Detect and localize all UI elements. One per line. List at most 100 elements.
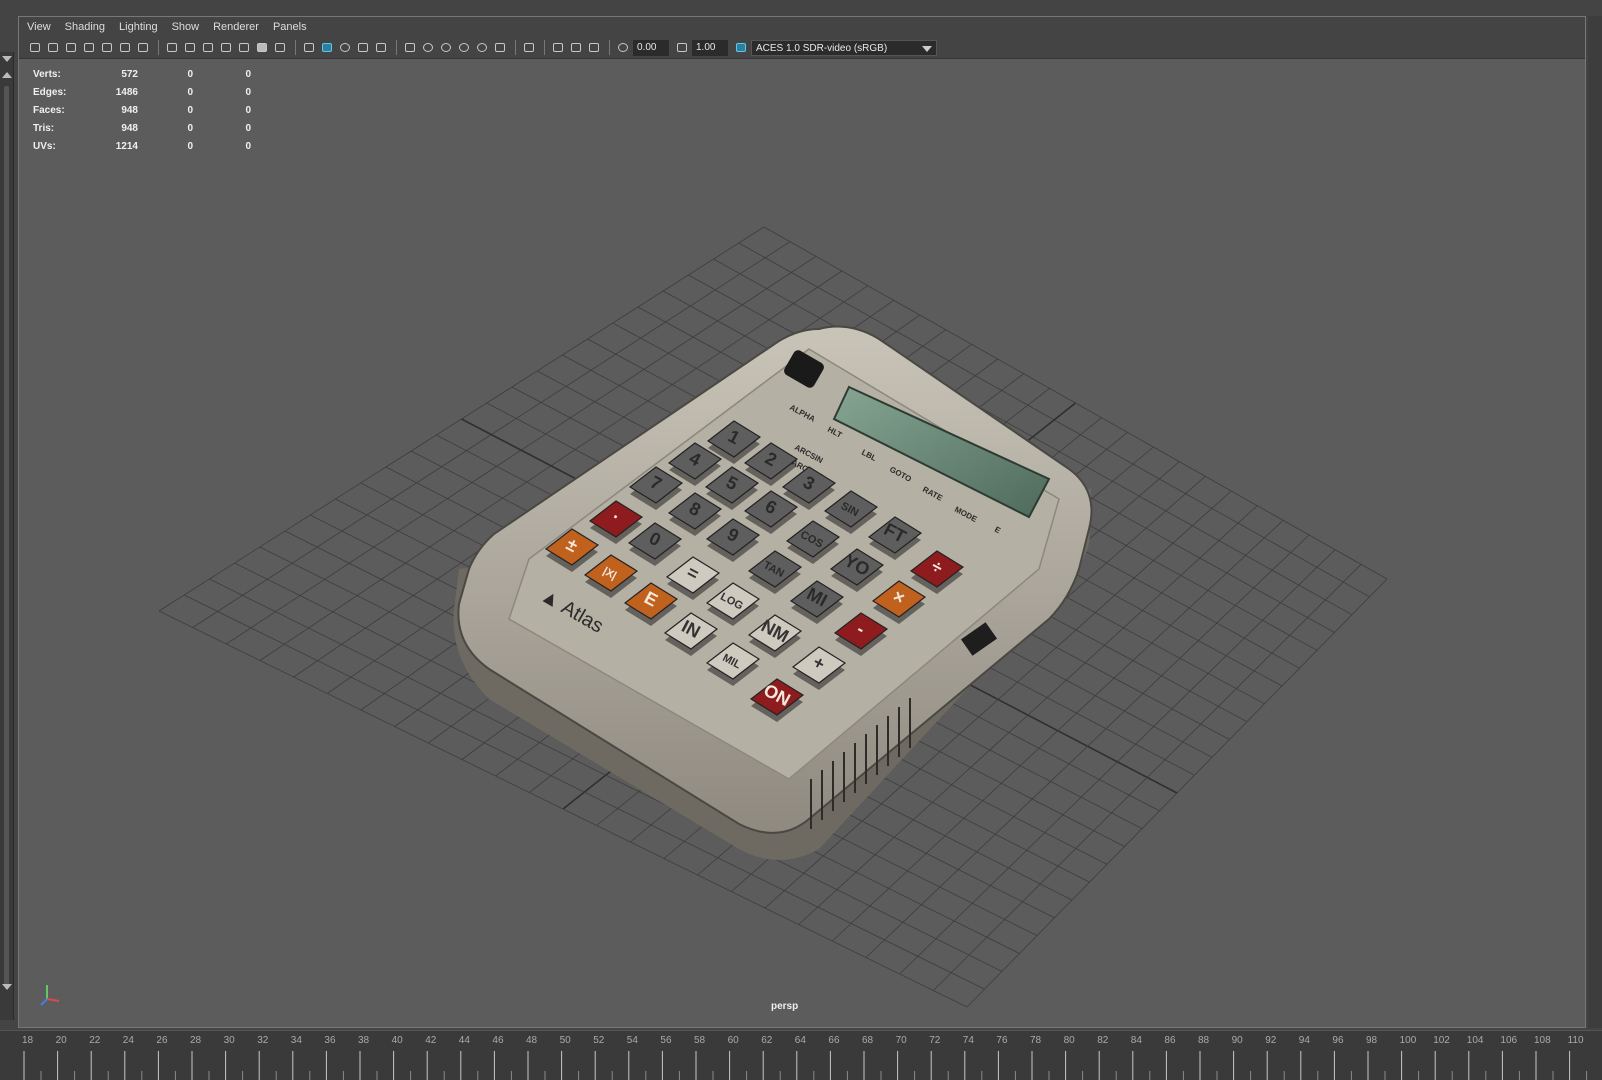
menu-shading[interactable]: Shading <box>65 21 105 33</box>
toolbar-separator <box>515 40 516 55</box>
3d-viewport[interactable]: ALPHAHLTARCSINARCCOSLBLGOTORATEMODEE▲ At… <box>19 59 1585 1027</box>
gamma-icon[interactable] <box>674 41 689 55</box>
timeline-tick-label: 32 <box>257 1035 269 1046</box>
timeline-tick-label: 72 <box>929 1035 941 1046</box>
timeline-tick-label: 28 <box>190 1035 202 1046</box>
timeline-tick-label: 94 <box>1299 1035 1311 1046</box>
timeline-tick-label: 82 <box>1097 1035 1109 1046</box>
camera-name-label: persp <box>771 1001 799 1012</box>
timeline-tick-label: 98 <box>1366 1035 1378 1046</box>
timeline-tick-label: 42 <box>425 1035 437 1046</box>
timeline-tick-label: 62 <box>761 1035 773 1046</box>
screen-space-ao-icon[interactable] <box>438 41 453 55</box>
hud-value-total: 1214 <box>115 140 138 152</box>
timeline-tick-label: 26 <box>156 1035 168 1046</box>
xray-icon[interactable] <box>373 41 388 55</box>
gamma-field[interactable]: 1.00 <box>692 39 728 56</box>
timeline-tick-label: 76 <box>996 1035 1008 1046</box>
color-space-dropdown[interactable]: ACES 1.0 SDR-video (sRGB) <box>751 39 937 56</box>
hud-row-uvs: UVs: 1214 0 0 <box>33 137 251 155</box>
hud-value-selected: 0 <box>187 86 193 98</box>
timeline-tick-label: 102 <box>1433 1035 1450 1046</box>
xray-active-icon[interactable] <box>568 41 583 55</box>
camera-attributes-icon[interactable] <box>45 41 60 55</box>
hud-value-highlighted: 0 <box>245 140 251 152</box>
chevron-down-icon[interactable] <box>922 45 932 52</box>
toolbar-separator <box>158 40 159 55</box>
use-all-lights-icon[interactable] <box>402 41 417 55</box>
multisample-aa-icon[interactable] <box>474 41 489 55</box>
wireframe-icon[interactable] <box>301 41 316 55</box>
timeline-tick-label: 84 <box>1131 1035 1143 1046</box>
timeline-tick-label: 66 <box>828 1035 840 1046</box>
menu-show[interactable]: Show <box>172 21 200 33</box>
timeline-tick-label: 78 <box>1030 1035 1042 1046</box>
scroll-down-bottom-icon[interactable] <box>2 984 12 990</box>
timeline-tick-label: 50 <box>560 1035 572 1046</box>
timeline-tick-label: 96 <box>1332 1035 1344 1046</box>
model-panel: View Shading Lighting Show Renderer Panels 0.… <box>18 16 1586 1028</box>
depth-of-field-icon[interactable] <box>492 41 507 55</box>
hud-value-selected: 0 <box>187 140 193 152</box>
exposure-icon[interactable] <box>615 41 630 55</box>
panel-toolbar: 0.00 1.00 ACES 1.0 SDR-video (sRGB) <box>19 37 1585 59</box>
grid-icon[interactable] <box>164 41 179 55</box>
timeline-tick-label: 108 <box>1534 1035 1551 1046</box>
camera-icon[interactable] <box>27 41 42 55</box>
xray-joints-icon[interactable] <box>550 41 565 55</box>
hud-value-highlighted: 0 <box>245 104 251 116</box>
color-management-icon[interactable] <box>733 41 748 55</box>
exposure-field[interactable]: 0.00 <box>633 39 669 56</box>
gate-mask-icon[interactable] <box>218 41 233 55</box>
hud-value-highlighted: 0 <box>245 122 251 134</box>
left-scroll-strip[interactable] <box>0 52 14 1020</box>
timeline-tick-label: 30 <box>224 1035 236 1046</box>
safe-title-icon[interactable] <box>272 41 287 55</box>
safe-action-icon[interactable] <box>254 41 269 55</box>
grid-line <box>966 578 1388 1008</box>
hud-label: UVs: <box>33 140 56 152</box>
wireframe-on-shaded-icon[interactable] <box>355 41 370 55</box>
toolbar-separator <box>396 40 397 55</box>
timeline-tick-label: 68 <box>862 1035 874 1046</box>
hud-value-selected: 0 <box>187 122 193 134</box>
scrollbar-track[interactable] <box>4 86 9 986</box>
timeline-tick-label: 48 <box>526 1035 538 1046</box>
menu-renderer[interactable]: Renderer <box>213 21 259 33</box>
resolution-gate-icon[interactable] <box>200 41 215 55</box>
timeline-tick-label: 44 <box>459 1035 471 1046</box>
time-slider[interactable]: 18 20 22 24 26 28 30 32 34 36 38 40 42 44 46 48 50 52 54 56… <box>0 1030 1602 1080</box>
timeline-tick-label: 100 <box>1400 1035 1417 1046</box>
timeline-tick-label: 110 <box>1568 1035 1584 1046</box>
menu-lighting[interactable]: Lighting <box>119 21 158 33</box>
toolbar-separator <box>295 40 296 55</box>
timeline-tick-label: 24 <box>123 1035 135 1046</box>
default-material-icon[interactable] <box>337 41 352 55</box>
timeline-tick-label: 58 <box>694 1035 706 1046</box>
bookmark-icon[interactable] <box>81 41 96 55</box>
time-slider-ticks[interactable]: 18 20 22 24 26 28 30 32 34 36 38 40 42 44 46 48 50 52 54 56… <box>0 1031 1602 1080</box>
field-chart-icon[interactable] <box>236 41 251 55</box>
grease-pencil-icon[interactable] <box>135 41 150 55</box>
hud-row-verts: Verts: 572 0 0 <box>33 65 251 83</box>
2d-pan-icon[interactable] <box>117 41 132 55</box>
backface-culling-icon[interactable] <box>586 41 601 55</box>
isolate-select-icon[interactable] <box>521 41 536 55</box>
timeline-tick-label: 86 <box>1164 1035 1176 1046</box>
hud-row-faces: Faces: 948 0 0 <box>33 101 251 119</box>
shadows-icon[interactable] <box>420 41 435 55</box>
smooth-shade-icon[interactable] <box>319 41 334 55</box>
menu-panels[interactable]: Panels <box>273 21 307 33</box>
menu-view[interactable]: View <box>27 21 51 33</box>
image-plane-icon[interactable] <box>99 41 114 55</box>
motion-blur-icon[interactable] <box>456 41 471 55</box>
scroll-up-icon[interactable] <box>2 72 12 78</box>
view-axis-icon <box>40 985 60 1006</box>
film-gate-icon[interactable] <box>182 41 197 55</box>
camera-lock-icon[interactable] <box>63 41 78 55</box>
timeline-tick-label: 74 <box>963 1035 975 1046</box>
timeline-tick-label: 20 <box>56 1035 68 1046</box>
scroll-down-icon[interactable] <box>2 56 12 62</box>
timeline-tick-label: 92 <box>1265 1035 1277 1046</box>
scene-svg: ALPHAHLTARCSINARCCOSLBLGOTORATEMODEE▲ At… <box>158 226 1388 1008</box>
